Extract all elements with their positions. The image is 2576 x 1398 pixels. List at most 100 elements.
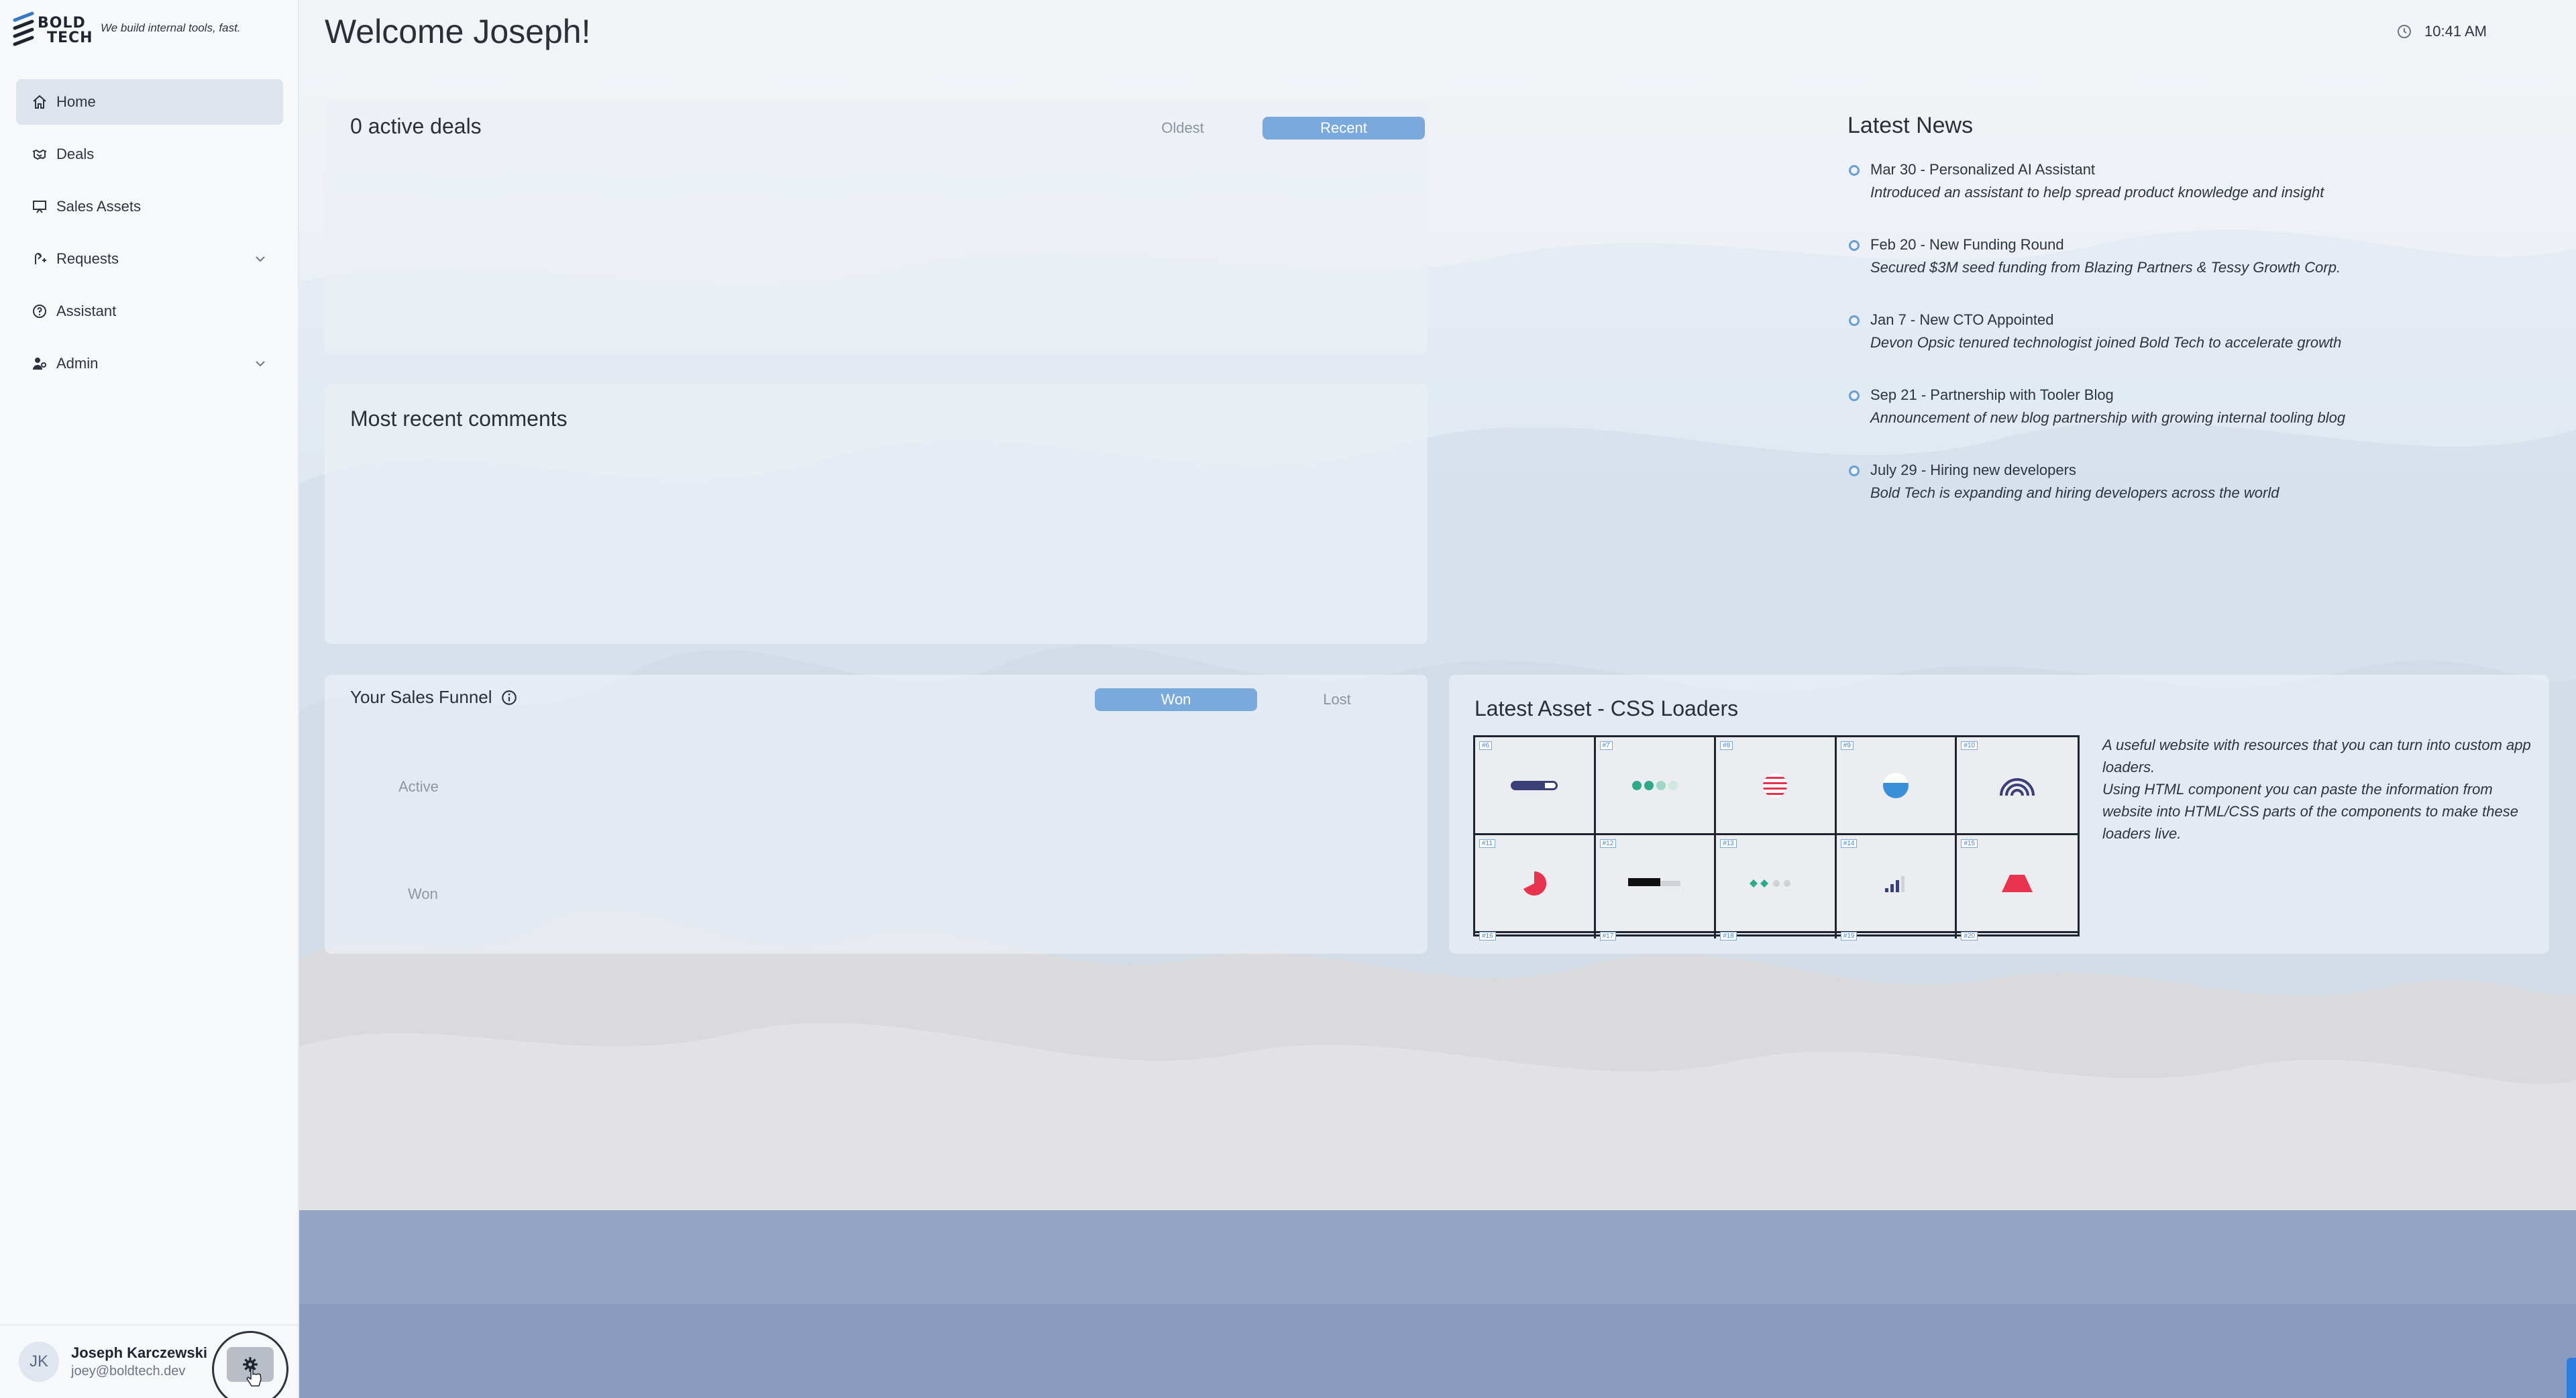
cell-tag: #16 xyxy=(1479,932,1496,940)
support-widget-tab[interactable] xyxy=(2567,1358,2576,1398)
signal-bars-loader-icon xyxy=(1885,875,1905,892)
cell-tag: #17 xyxy=(1599,932,1617,940)
news-description: Introduced an assistant to help spread p… xyxy=(1870,184,2324,201)
user-email: joey@boldtech.dev xyxy=(71,1364,186,1379)
sales-funnel-header: Your Sales Funnel xyxy=(350,687,518,708)
request-icon xyxy=(31,250,48,268)
funnel-won-toggle[interactable]: Won xyxy=(1095,688,1257,711)
news-description: Devon Opsic tenured technologist joined … xyxy=(1870,334,2342,351)
news-headline: Sep 21 - Partnership with Tooler Blog xyxy=(1870,386,2114,403)
css-loaders-preview-image[interactable]: #6 #7 #8 #9 #10 #11 #12 #13 #14 #15 #16 … xyxy=(1473,735,2080,940)
striped-circle-loader-icon xyxy=(1763,773,1788,798)
news-headline: Jan 7 - New CTO Appointed xyxy=(1870,311,2054,328)
block-bar-loader-icon xyxy=(1627,877,1680,886)
sidebar-item-admin[interactable]: Admin xyxy=(16,341,283,386)
cell-tag: #11 xyxy=(1479,839,1495,848)
timeline-dot-icon xyxy=(1849,240,1860,251)
users-icon xyxy=(31,355,48,372)
sidebar-item-label: Requests xyxy=(56,250,119,267)
asset-description-line: Using HTML component you can paste the i… xyxy=(2102,781,2518,842)
logo-mark-icon xyxy=(13,11,34,46)
bold-tech-logo[interactable]: BOLD TECH xyxy=(12,11,93,51)
active-deals-card: 0 active deals Oldest Recent xyxy=(325,99,1428,354)
sales-funnel-title: Your Sales Funnel xyxy=(350,687,492,707)
avatar[interactable]: JK xyxy=(19,1342,59,1382)
latest-asset-title: Latest Asset - CSS Loaders xyxy=(1474,696,1739,720)
trapezoid-loader-icon xyxy=(2002,874,2033,892)
current-time: 10:41 AM xyxy=(2424,23,2487,40)
sort-recent-toggle[interactable]: Recent xyxy=(1263,117,1425,140)
news-item[interactable]: July 29 - Hiring new developers Bold Tec… xyxy=(1847,460,2451,535)
sidebar-item-home[interactable]: Home xyxy=(16,79,283,125)
logo-text-bold: BOLD xyxy=(38,15,86,32)
sidebar-item-requests[interactable]: Requests xyxy=(16,236,283,282)
brand[interactable]: BOLD TECH xyxy=(12,7,93,55)
water-circle-loader-icon xyxy=(1883,772,1909,798)
cell-tag: #15 xyxy=(1961,839,1978,848)
active-deals-title: 0 active deals xyxy=(350,114,482,138)
cell-tag: #8 xyxy=(1720,741,1733,750)
news-headline: Mar 30 - Personalized AI Assistant xyxy=(1870,161,2096,178)
loader-cell: #13 xyxy=(1716,835,1837,933)
cell-tag: #19 xyxy=(1840,932,1858,940)
cell-tag: #9 xyxy=(1840,741,1854,750)
news-headline: July 29 - Hiring new developers xyxy=(1870,462,2076,478)
sidebar-item-label: Home xyxy=(56,93,96,110)
sidebar-item-deals[interactable]: Deals xyxy=(16,131,283,177)
clock-icon xyxy=(2398,25,2411,38)
presentation-icon xyxy=(31,198,48,215)
info-icon[interactable] xyxy=(500,689,518,706)
cell-tag: #20 xyxy=(1961,932,1978,940)
news-item[interactable]: Jan 7 - New CTO Appointed Devon Opsic te… xyxy=(1847,310,2451,385)
brand-tagline: We build internal tools, fast. xyxy=(101,21,241,34)
loader-cell: #17 xyxy=(1596,932,1717,940)
cell-tag: #12 xyxy=(1599,839,1617,848)
asset-description-line: A useful website with resources that you… xyxy=(2102,737,2531,775)
page-title: Welcome Joseph! xyxy=(325,13,591,50)
sidebar-item-sales-assets[interactable]: Sales Assets xyxy=(16,184,283,229)
loader-cell: #8 xyxy=(1716,737,1837,835)
bar-loader-icon xyxy=(1511,780,1558,790)
news-list: Mar 30 - Personalized AI Assistant Intro… xyxy=(1847,160,2451,535)
loader-cell: #18 xyxy=(1716,932,1837,940)
sort-oldest-toggle[interactable]: Oldest xyxy=(1102,117,1264,140)
loader-cell: #20 xyxy=(1957,932,2078,940)
funnel-stage-label: Won xyxy=(408,885,438,902)
diamond-dots-loader-icon xyxy=(1750,879,1791,888)
loader-cell: #15 xyxy=(1957,835,2078,933)
news-item[interactable]: Mar 30 - Personalized AI Assistant Intro… xyxy=(1847,160,2451,235)
loader-cell: #16 xyxy=(1475,932,1596,940)
sidebar-item-label: Admin xyxy=(56,355,99,372)
pie-loader-icon xyxy=(1523,871,1547,896)
loader-cell: #19 xyxy=(1837,932,1957,940)
settings-button[interactable] xyxy=(227,1347,274,1387)
timeline-dot-icon xyxy=(1849,390,1860,401)
cell-tag: #18 xyxy=(1720,932,1737,940)
cursor-pointer-icon xyxy=(246,1368,262,1387)
funnel-stage-label: Active xyxy=(398,778,439,795)
main-content: Welcome Joseph! 10:41 AM 0 active deals … xyxy=(299,0,2576,1398)
recent-comments-card: Most recent comments xyxy=(325,384,1428,644)
clock: 10:41 AM xyxy=(2396,23,2487,40)
handshake-icon xyxy=(31,146,48,163)
news-description: Announcement of new blog partnership wit… xyxy=(1870,409,2346,426)
arc-loader-icon xyxy=(2000,777,2035,796)
cell-tag: #7 xyxy=(1599,741,1613,750)
news-description: Secured $3M seed funding from Blazing Pa… xyxy=(1870,259,2341,276)
latest-asset-description: A useful website with resources that you… xyxy=(2102,734,2532,845)
sidebar-item-label: Sales Assets xyxy=(56,198,141,215)
funnel-lost-toggle[interactable]: Lost xyxy=(1256,688,1418,711)
sales-funnel-card: Your Sales Funnel Won Lost Active Won xyxy=(325,675,1428,954)
loader-cell: #11 xyxy=(1475,835,1596,933)
logo-text-tech: TECH xyxy=(47,30,93,46)
loader-cell: #7 xyxy=(1595,737,1717,835)
sidebar-item-assistant[interactable]: Assistant xyxy=(16,288,283,334)
chevron-down-icon[interactable] xyxy=(252,356,268,372)
loader-cell: #9 xyxy=(1836,737,1957,835)
chevron-down-icon[interactable] xyxy=(252,251,268,267)
news-item[interactable]: Sep 21 - Partnership with Tooler Blog An… xyxy=(1847,385,2451,460)
cell-tag: #14 xyxy=(1840,839,1858,848)
news-item[interactable]: Feb 20 - New Funding Round Secured $3M s… xyxy=(1847,235,2451,310)
sidebar-item-label: Assistant xyxy=(56,303,117,319)
cell-tag: #10 xyxy=(1961,741,1978,750)
